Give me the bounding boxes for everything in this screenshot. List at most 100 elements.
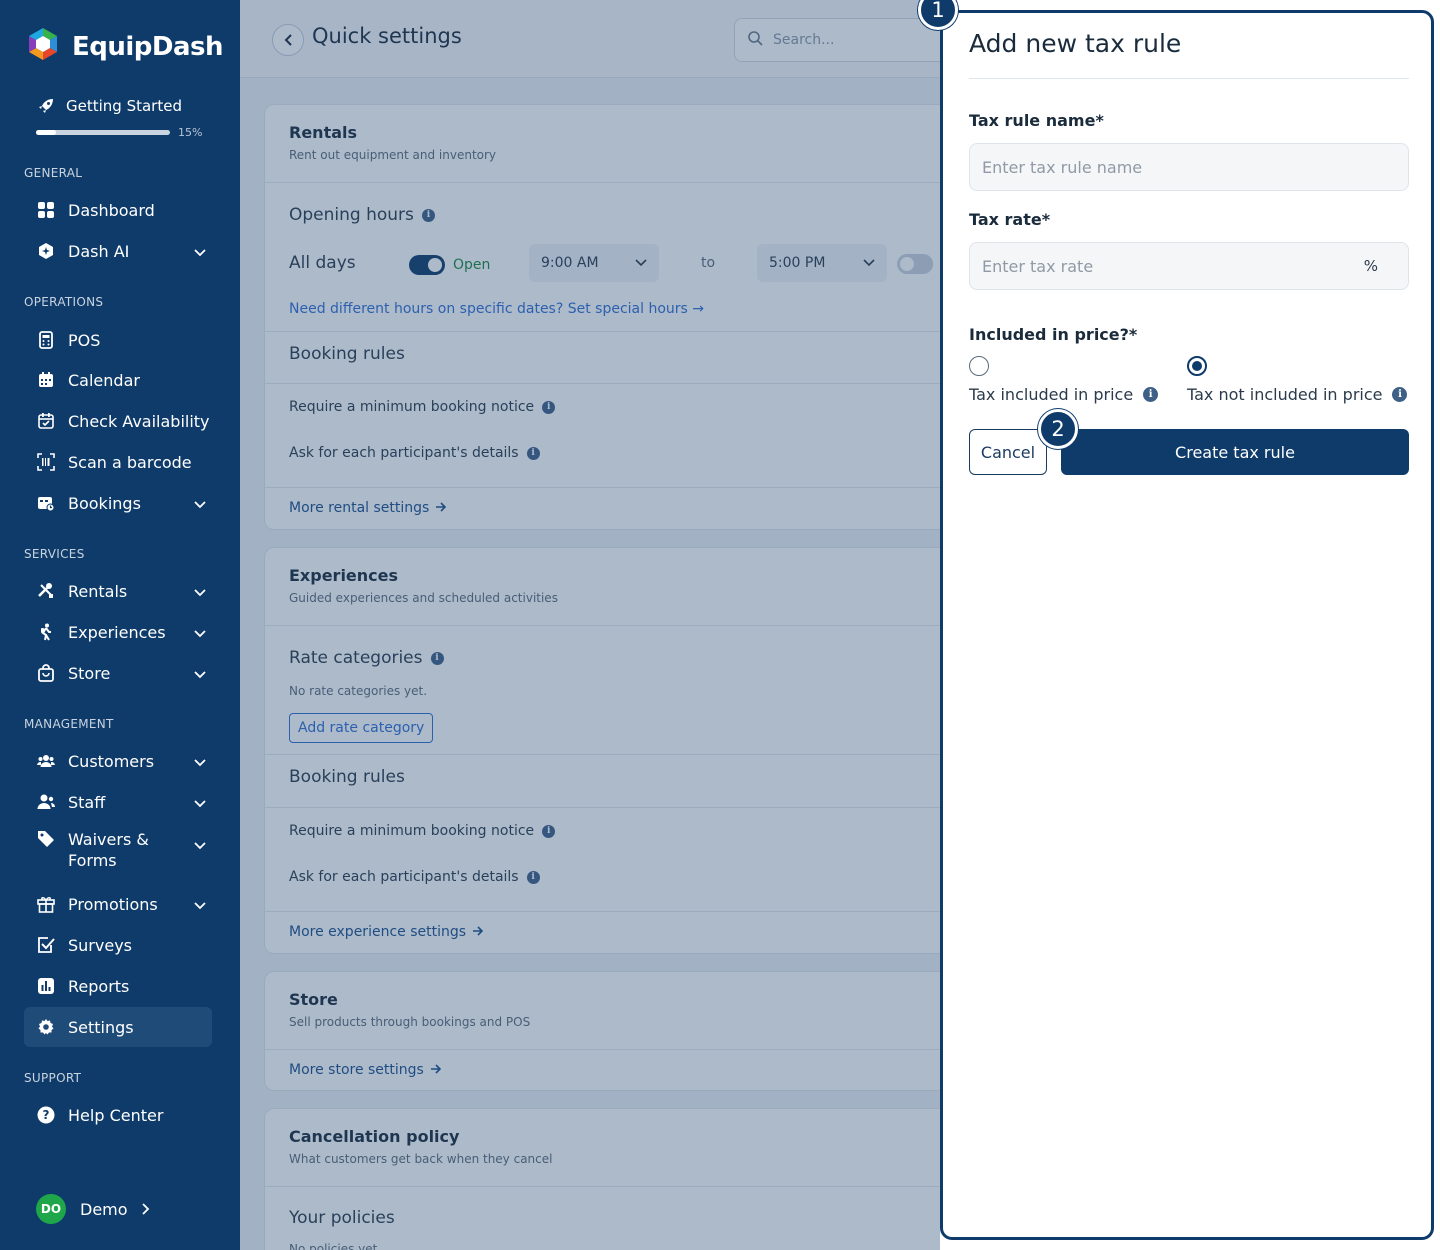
user-name: Demo <box>80 1199 128 1219</box>
bookings-icon <box>36 493 56 513</box>
progress-fill <box>36 130 57 135</box>
tax-rate-input[interactable] <box>982 256 1364 276</box>
option-label: Tax not included in price <box>1187 385 1383 404</box>
radio-tax-included[interactable] <box>969 356 989 376</box>
avatar: DO <box>36 1194 66 1224</box>
tax-rule-name-label: Tax rule name* <box>969 111 1104 130</box>
brand-name: EquipDash <box>72 32 224 62</box>
tools-icon <box>36 581 56 601</box>
sidebar-item-settings[interactable]: Settings <box>24 1007 212 1047</box>
chevron-down-icon <box>194 793 208 812</box>
sidebar-item-dashboard[interactable]: Dashboard <box>24 190 212 230</box>
cancel-button[interactable]: Cancel <box>969 429 1047 475</box>
sidebar-item-label: Dashboard <box>68 200 155 220</box>
ai-hexagon-icon <box>36 241 56 261</box>
option-tax-included[interactable]: Tax included in price i <box>969 385 1159 404</box>
section-operations: OPERATIONS <box>24 295 104 309</box>
chevron-right-icon <box>141 1200 150 1219</box>
sidebar-item-label: Check Availability <box>68 411 210 431</box>
calendar-icon <box>36 370 56 390</box>
tax-rate-label: Tax rate* <box>969 210 1051 229</box>
getting-started-label: Getting Started <box>66 97 182 115</box>
svg-text:?: ? <box>43 1108 50 1122</box>
sidebar-item-label: Rentals <box>68 581 128 601</box>
info-icon[interactable]: i <box>1143 387 1159 402</box>
section-services: SERVICES <box>24 547 85 561</box>
bar-chart-icon <box>36 976 56 996</box>
sidebar-item-label: POS <box>68 330 101 350</box>
sidebar-item-label: Store <box>68 663 111 683</box>
tax-rule-name-field <box>969 143 1409 191</box>
sidebar-item-dash-ai[interactable]: Dash AI <box>24 231 212 271</box>
sidebar-item-check-availability[interactable]: Check Availability <box>24 401 212 441</box>
sidebar: EquipDash Getting Started 15% GENERAL Da… <box>0 0 240 1250</box>
brand[interactable]: EquipDash <box>24 26 224 68</box>
tax-rate-field: % <box>969 242 1409 290</box>
sidebar-item-label: Promotions <box>68 894 158 914</box>
sidebar-item-label: Calendar <box>68 370 140 390</box>
gift-icon <box>36 894 56 914</box>
option-tax-not-included[interactable]: Tax not included in price i <box>1187 385 1408 404</box>
main-content: Quick settings Rentals Rent out equipmen… <box>240 0 940 1250</box>
callout-marker-2: 2 <box>1038 409 1078 449</box>
sidebar-item-label: Surveys <box>68 935 132 955</box>
user-staff-icon <box>36 792 56 812</box>
sidebar-item-customers[interactable]: Customers <box>24 741 212 781</box>
chevron-down-icon <box>194 623 208 642</box>
tax-rule-name-input[interactable] <box>982 157 1396 177</box>
modal-backdrop[interactable] <box>240 0 940 1250</box>
sidebar-item-label: Reports <box>68 976 130 996</box>
sidebar-item-waivers-forms[interactable]: Waivers & Forms <box>24 823 212 873</box>
sidebar-item-label: Forms <box>68 851 117 870</box>
sidebar-item-label: Help Center <box>68 1105 164 1125</box>
chevron-down-icon <box>194 835 208 854</box>
getting-started-progress <box>36 130 170 135</box>
chevron-down-icon <box>194 664 208 683</box>
chevron-down-icon <box>194 242 208 261</box>
radio-tax-not-included[interactable] <box>1187 356 1207 376</box>
sidebar-item-rentals[interactable]: Rentals <box>24 571 212 611</box>
tag-icon <box>36 829 56 849</box>
sidebar-item-store[interactable]: Store <box>24 653 212 693</box>
percent-suffix: % <box>1363 257 1378 275</box>
sidebar-item-calendar[interactable]: Calendar <box>24 360 212 400</box>
equipdash-logo-icon <box>24 26 62 68</box>
sidebar-item-label: Experiences <box>68 622 166 642</box>
sidebar-item-label: Staff <box>68 792 106 812</box>
sidebar-item-label: Waivers & <box>68 830 149 849</box>
option-label: Tax included in price <box>969 385 1134 404</box>
included-in-price-label: Included in price?* <box>969 325 1138 344</box>
info-icon[interactable]: i <box>1392 387 1408 402</box>
progress-percent: 15% <box>178 126 203 139</box>
register-icon <box>36 330 56 350</box>
sidebar-item-scan-barcode[interactable]: Scan a barcode <box>24 442 212 482</box>
sidebar-item-label: Settings <box>68 1017 134 1037</box>
sidebar-item-surveys[interactable]: Surveys <box>24 925 212 965</box>
rocket-icon <box>36 96 56 116</box>
section-management: MANAGEMENT <box>24 717 114 731</box>
user-menu[interactable]: DO Demo <box>36 1194 150 1224</box>
users-group-icon <box>36 751 56 771</box>
chevron-down-icon <box>194 494 208 513</box>
panel-title: Add new tax rule <box>969 29 1182 58</box>
create-tax-rule-button[interactable]: Create tax rule <box>1061 429 1409 475</box>
chevron-down-icon <box>194 895 208 914</box>
gear-icon <box>36 1017 56 1037</box>
chevron-down-icon <box>194 582 208 601</box>
add-tax-rule-panel: Add new tax rule Tax rule name* Tax rate… <box>940 10 1434 1240</box>
calendar-check-icon <box>36 411 56 431</box>
sidebar-item-promotions[interactable]: Promotions <box>24 884 212 924</box>
sidebar-item-experiences[interactable]: Experiences <box>24 612 212 652</box>
sidebar-item-reports[interactable]: Reports <box>24 966 212 1006</box>
sidebar-item-staff[interactable]: Staff <box>24 782 212 822</box>
sidebar-item-label: Bookings <box>68 493 141 513</box>
section-support: SUPPORT <box>24 1071 82 1085</box>
hiker-icon <box>36 622 56 642</box>
shopping-bag-icon <box>36 663 56 683</box>
sidebar-item-bookings[interactable]: Bookings <box>24 483 212 523</box>
sidebar-item-pos[interactable]: POS <box>24 320 212 360</box>
getting-started[interactable]: Getting Started 15% <box>36 96 206 139</box>
grid-icon <box>36 200 56 220</box>
sidebar-item-help-center[interactable]: ? Help Center <box>24 1095 212 1135</box>
chevron-down-icon <box>194 752 208 771</box>
